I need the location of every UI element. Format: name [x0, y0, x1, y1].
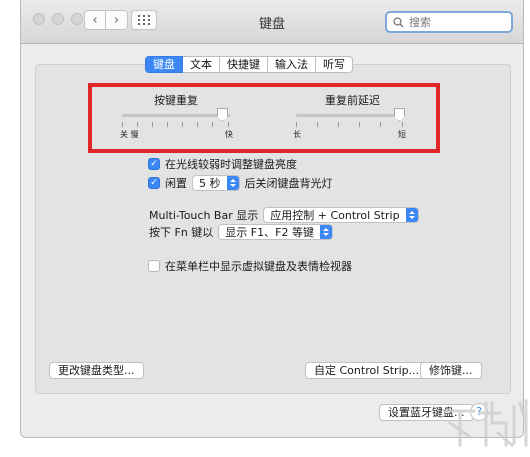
- backlight-off-checkbox[interactable]: ✓: [148, 177, 160, 189]
- adjust-brightness-checkbox[interactable]: ✓: [148, 158, 160, 170]
- tab-input-sources[interactable]: 输入法: [268, 56, 316, 73]
- tab-text[interactable]: 文本: [183, 56, 220, 73]
- fn-key-row: 按下 Fn 键以 显示 F1、F2 等键: [149, 224, 338, 240]
- fn-key-value: 显示 F1、F2 等键: [225, 226, 314, 239]
- backlight-prefix-label: 闲置: [165, 177, 187, 190]
- checkmark-icon: ✓: [150, 178, 158, 188]
- fn-key-label: 按下 Fn 键以: [149, 226, 214, 239]
- updown-arrows-icon: [226, 176, 239, 190]
- updown-arrows-icon: [319, 225, 332, 239]
- updown-arrows-icon: [405, 208, 418, 222]
- backlight-off-row: ✓ 闲置 5 秒 后关闭键盘背光灯: [148, 175, 333, 191]
- touch-bar-label: Multi-Touch Bar 显示: [149, 209, 259, 222]
- backlight-suffix-label: 后关闭键盘背光灯: [244, 177, 333, 190]
- menu-bar-viewer-label: 在菜单栏中显示虚拟键盘及表情检视器: [165, 260, 352, 273]
- modifier-keys-button[interactable]: 修饰键...: [420, 362, 482, 379]
- slider-highlight-box: [88, 83, 440, 153]
- tab-shortcuts[interactable]: 快捷键: [220, 56, 268, 73]
- idle-time-value: 5 秒: [199, 177, 221, 190]
- touch-bar-row: Multi-Touch Bar 显示 应用控制 + Control Strip: [149, 207, 424, 223]
- search-icon: [393, 16, 404, 27]
- checkmark-icon: ✓: [150, 159, 158, 169]
- tab-dictation[interactable]: 听写: [316, 56, 353, 73]
- touch-bar-popup[interactable]: 应用控制 + Control Strip: [263, 207, 419, 223]
- customize-control-strip-button[interactable]: 自定 Control Strip...: [305, 362, 429, 379]
- site-watermark-logo: [444, 399, 528, 448]
- search-field[interactable]: [385, 11, 513, 33]
- search-input[interactable]: [404, 15, 505, 29]
- adjust-brightness-row[interactable]: ✓ 在光线较弱时调整键盘亮度: [148, 156, 297, 172]
- change-keyboard-type-button[interactable]: 更改键盘类型...: [49, 362, 144, 379]
- menu-bar-viewer-row[interactable]: 在菜单栏中显示虚拟键盘及表情检视器: [148, 258, 352, 274]
- adjust-brightness-label: 在光线较弱时调整键盘亮度: [165, 158, 297, 171]
- tab-bar: 键盘 文本 快捷键 输入法 听写: [145, 56, 353, 73]
- tab-keyboard[interactable]: 键盘: [145, 56, 183, 73]
- fn-key-popup[interactable]: 显示 F1、F2 等键: [218, 224, 333, 240]
- title-bar: ‹ › 键盘: [21, 0, 523, 44]
- touch-bar-value: 应用控制 + Control Strip: [270, 209, 400, 222]
- idle-time-popup[interactable]: 5 秒: [192, 175, 240, 191]
- menu-bar-viewer-checkbox[interactable]: [148, 260, 160, 272]
